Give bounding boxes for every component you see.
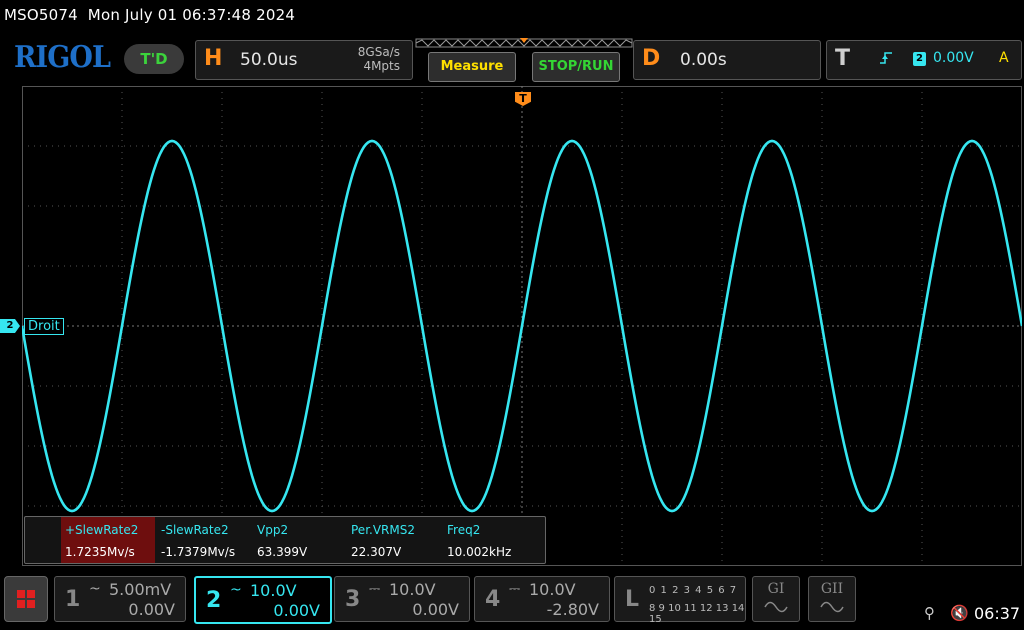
channel-scale: 5.00mV (109, 580, 172, 599)
channel2-offset-marker[interactable]: 2 (0, 319, 20, 333)
horizontal-letter: H (204, 46, 223, 71)
measurement-item[interactable]: Per.VRMS2 22.307V (347, 517, 441, 563)
sine-wave-icon (764, 601, 788, 613)
channel-offset: 0.00V (273, 601, 320, 620)
measurement-value: 22.307V (351, 545, 402, 559)
timebase-value: 50.0us (240, 50, 298, 70)
channel-scale: 10.0V (529, 580, 576, 599)
trigger-source-badge: 2 (913, 52, 926, 66)
channel3-box[interactable]: 3 ⎓ 10.0V 0.00V (334, 576, 470, 622)
channel2-label: Droit (24, 318, 64, 335)
measurement-name: Freq2 (447, 523, 481, 537)
status-title: MSO5074 Mon July 01 06:37:48 2024 (4, 6, 295, 24)
channel-number: 4 (485, 587, 501, 612)
measurement-value: 10.002kHz (447, 545, 512, 559)
delay-value: 0.00s (680, 50, 727, 70)
channel4-box[interactable]: 4 ⎓ 10.0V -2.80V (474, 576, 610, 622)
measurement-value: -1.7379Mv/s (161, 545, 236, 559)
trigger-mode: A (999, 50, 1009, 66)
generator-label: GI (767, 581, 785, 597)
channel2-box[interactable]: 2 ~ 10.0V 0.00V (194, 576, 332, 624)
channel-offset: 0.00V (412, 600, 459, 619)
measurement-name: Per.VRMS2 (351, 523, 415, 537)
ac-coupling-icon: ~ (89, 581, 101, 597)
measurement-value: 1.7235Mv/s (65, 545, 135, 559)
measurement-panel[interactable]: +SlewRate2 1.7235Mv/s -SlewRate2 -1.7379… (24, 516, 546, 564)
datetime: Mon July 01 06:37:48 2024 (87, 6, 296, 24)
measurement-value: 63.399V (257, 545, 308, 559)
measurement-item[interactable]: -SlewRate2 -1.7379Mv/s (157, 517, 251, 563)
channel-number: 3 (345, 587, 361, 612)
acquisition-info: 8GSa/s 4Mpts (342, 45, 400, 73)
logic-channels-row2: 8 9 10 11 12 13 14 15 (649, 603, 745, 625)
measurement-item[interactable]: Freq2 10.002kHz (443, 517, 537, 563)
delay-panel[interactable]: D 0.00s (633, 40, 821, 80)
td-badge[interactable]: T'D (124, 44, 184, 74)
channel1-box[interactable]: 1 ~ 5.00mV 0.00V (54, 576, 186, 622)
delay-letter: D (642, 46, 661, 71)
main-menu-button[interactable] (4, 576, 48, 622)
logic-channels-row1: 0 1 2 3 4 5 6 7 (649, 585, 738, 596)
dc-coupling-icon: ⎓ (369, 581, 381, 597)
dc-coupling-icon: ⎓ (509, 581, 521, 597)
generator1-box[interactable]: GI (752, 576, 800, 622)
generator-label: GII (820, 581, 844, 597)
channel-offset: -2.80V (546, 600, 599, 619)
stop-run-button[interactable]: STOP/RUN (532, 52, 620, 82)
memory-depth: 4Mpts (363, 59, 400, 73)
waveform-display[interactable] (22, 86, 1022, 566)
mute-icon[interactable]: 🔇 (950, 604, 969, 622)
channel-scale: 10.0V (389, 580, 436, 599)
measurement-item[interactable]: Vpp2 63.399V (253, 517, 347, 563)
rising-edge-icon (879, 51, 893, 69)
trigger-letter: T (835, 46, 851, 71)
logic-analyzer-box[interactable]: L 0 1 2 3 4 5 6 7 8 9 10 11 12 13 14 15 (614, 576, 746, 625)
channel-number: 2 (206, 588, 222, 613)
channel-offset: 0.00V (128, 600, 175, 619)
measurement-name: +SlewRate2 (65, 523, 139, 537)
measurement-item[interactable]: +SlewRate2 1.7235Mv/s (61, 517, 155, 563)
clock: 06:37 (974, 604, 1021, 623)
logic-letter: L (625, 587, 640, 612)
measure-button[interactable]: Measure (428, 52, 516, 82)
measurement-name: -SlewRate2 (161, 523, 229, 537)
channel-number: 1 (65, 587, 81, 612)
memory-position-bar (415, 38, 633, 48)
measurement-name: Vpp2 (257, 523, 289, 537)
channel-scale: 10.0V (250, 581, 297, 600)
usb-icon: ⚲ (924, 604, 935, 622)
ac-coupling-icon: ~ (230, 582, 242, 598)
sample-rate: 8GSa/s (357, 45, 400, 59)
horizontal-panel[interactable]: H 50.0us 8GSa/s 4Mpts (195, 40, 413, 80)
generator2-box[interactable]: GII (808, 576, 856, 622)
trigger-level: 0.00V (933, 50, 974, 66)
rigol-logo: RIGOL (14, 40, 111, 75)
model-name: MSO5074 (4, 6, 78, 24)
menu-grid-icon (17, 590, 35, 608)
sine-wave-icon (820, 601, 844, 613)
trigger-panel[interactable]: T 2 0.00V A (826, 40, 1022, 80)
